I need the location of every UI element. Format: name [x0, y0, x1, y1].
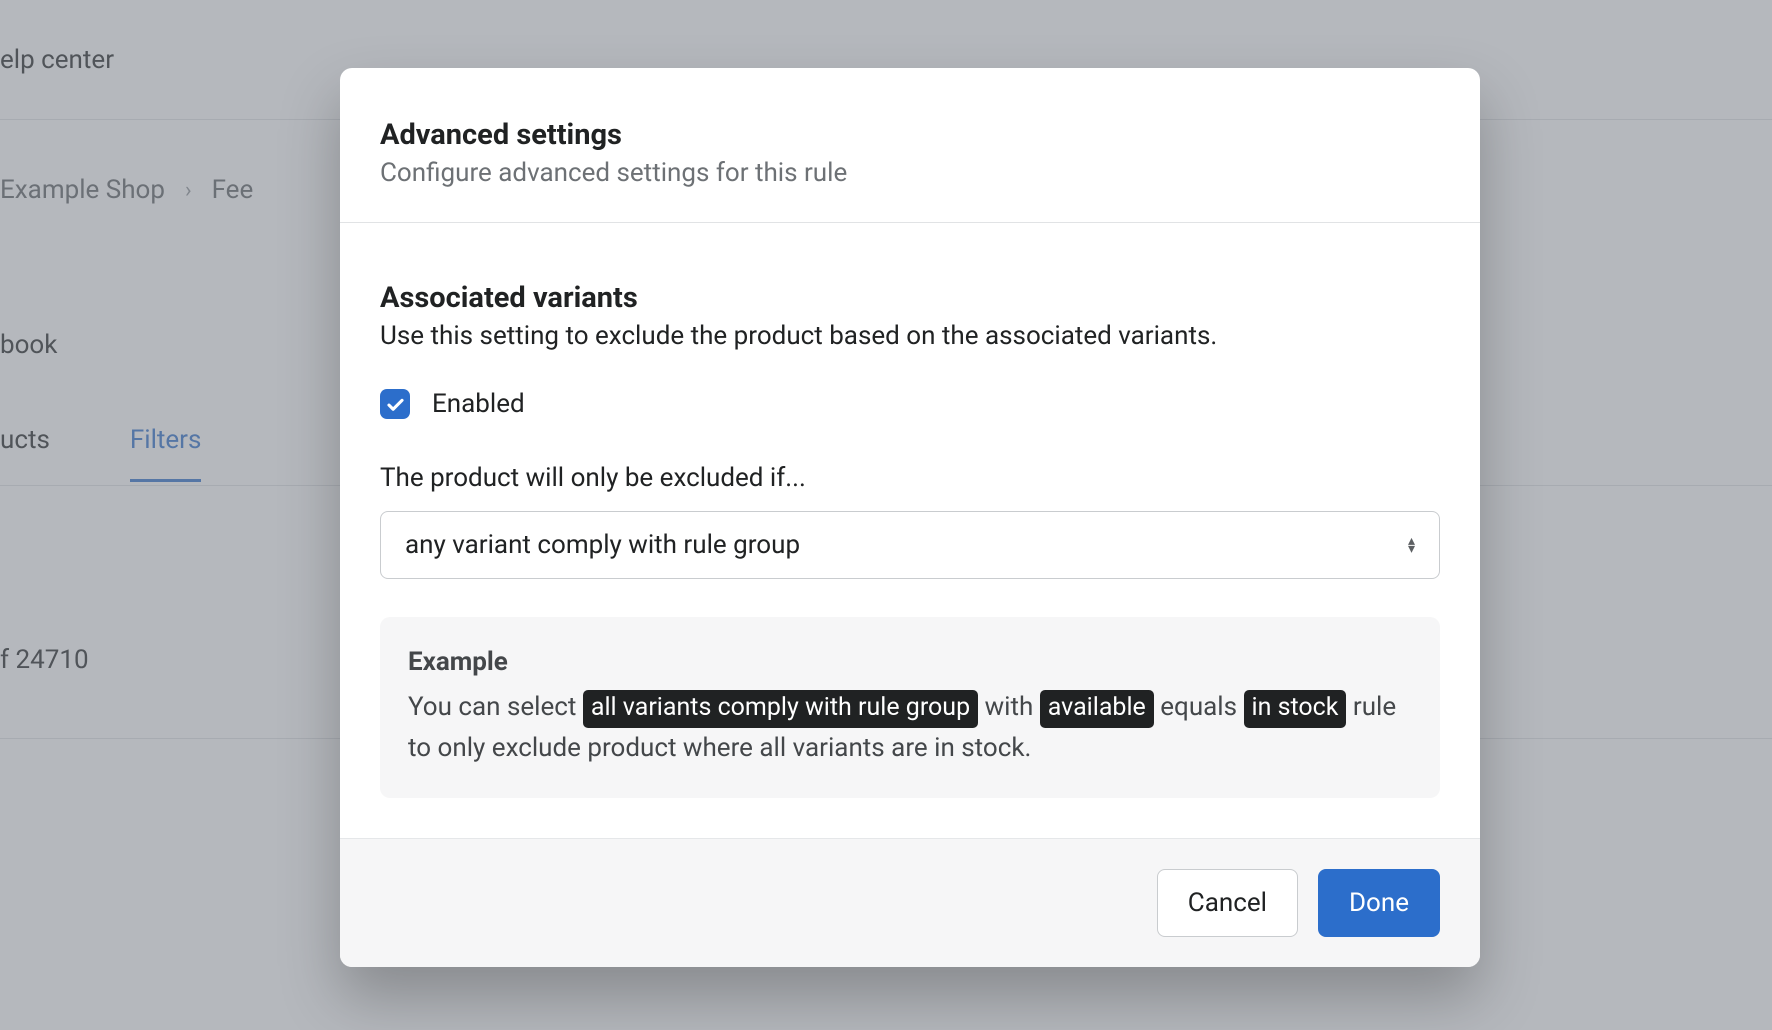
- example-text-mid2: equals: [1154, 692, 1244, 722]
- variant-rule-select[interactable]: any variant comply with rule group ▴ ▾: [380, 511, 1440, 579]
- modal-footer: Cancel Done: [340, 838, 1480, 967]
- example-title: Example: [408, 647, 1412, 677]
- example-pill-in-stock: in stock: [1244, 690, 1347, 728]
- example-pill-available: available: [1040, 690, 1154, 728]
- example-pill-all-variants: all variants comply with rule group: [583, 690, 978, 728]
- select-value: any variant comply with rule group: [405, 530, 800, 560]
- example-text-mid1: with: [978, 692, 1040, 722]
- modal-body: Associated variants Use this setting to …: [340, 223, 1480, 838]
- section-title: Associated variants: [380, 281, 1440, 315]
- rule-condition-label: The product will only be excluded if...: [380, 463, 1440, 493]
- modal-header: Advanced settings Configure advanced set…: [340, 68, 1480, 223]
- example-text: You can select all variants comply with …: [408, 687, 1412, 768]
- modal-title: Advanced settings: [380, 118, 1440, 152]
- section-description: Use this setting to exclude the product …: [380, 321, 1440, 351]
- advanced-settings-modal: Advanced settings Configure advanced set…: [340, 68, 1480, 967]
- example-text-prefix: You can select: [408, 692, 583, 722]
- enabled-label: Enabled: [432, 389, 525, 419]
- enabled-checkbox[interactable]: [380, 389, 410, 419]
- example-box: Example You can select all variants comp…: [380, 617, 1440, 798]
- modal-subtitle: Configure advanced settings for this rul…: [380, 158, 1440, 188]
- done-button[interactable]: Done: [1318, 869, 1440, 937]
- select-arrows-icon: ▴ ▾: [1408, 537, 1415, 553]
- enabled-checkbox-row: Enabled: [380, 389, 1440, 419]
- cancel-button[interactable]: Cancel: [1157, 869, 1298, 937]
- checkmark-icon: [386, 395, 405, 414]
